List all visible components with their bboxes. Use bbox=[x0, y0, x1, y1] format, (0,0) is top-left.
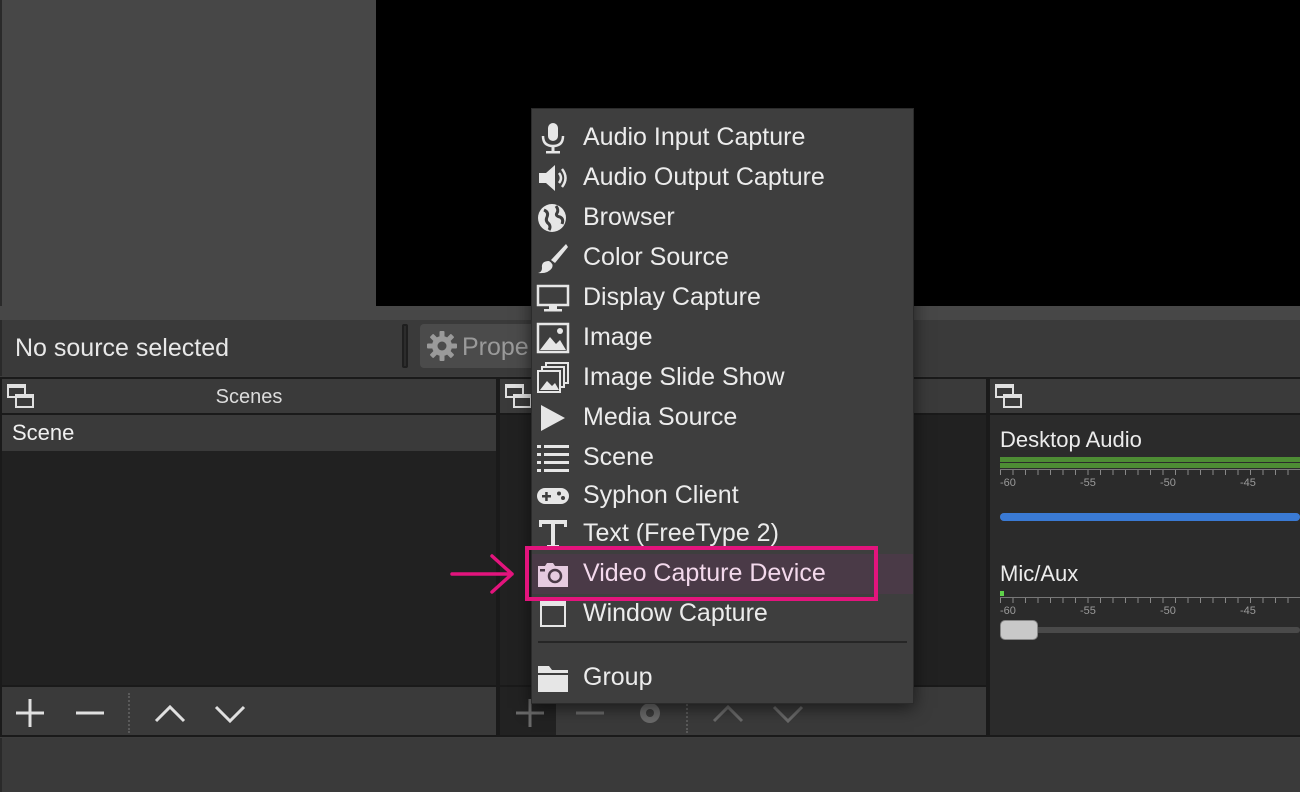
slideshow-icon bbox=[537, 362, 569, 393]
menu-item-label: Window Capture bbox=[583, 599, 768, 627]
volume-fill bbox=[1000, 513, 1300, 521]
menu-item-label: Color Source bbox=[583, 243, 729, 271]
play-icon bbox=[541, 405, 565, 431]
volume-slider[interactable] bbox=[1000, 513, 1300, 521]
gear-icon bbox=[427, 331, 457, 361]
audio-mixer-dock: Desktop Audio -60 -55 -50 -45 Mic/Aux -6… bbox=[988, 377, 1300, 737]
tick-label: -55 bbox=[1080, 477, 1096, 489]
menu-item-label: Browser bbox=[583, 203, 675, 231]
tick-label: -60 bbox=[1000, 477, 1016, 489]
menu-item-display-capture[interactable]: Display Capture bbox=[532, 278, 913, 318]
menu-item-label: Image bbox=[583, 323, 653, 351]
scenes-dock-header: Scenes bbox=[2, 379, 496, 415]
menu-item-label: Media Source bbox=[583, 403, 738, 431]
tick-marks bbox=[1000, 597, 1300, 603]
add-source-menu: Audio Input Capture Audio Output Capture… bbox=[531, 108, 914, 704]
menu-item-label: Display Capture bbox=[583, 283, 761, 311]
audio-track-name: Mic/Aux bbox=[1000, 561, 1079, 586]
scenes-list: Scene bbox=[2, 415, 496, 685]
float-dock-icon[interactable] bbox=[994, 383, 1024, 411]
speaker-icon bbox=[539, 165, 567, 191]
menu-item-scene[interactable]: Scene bbox=[532, 438, 913, 478]
remove-scene-button[interactable] bbox=[72, 695, 108, 731]
scenes-footer bbox=[2, 685, 496, 735]
menu-item-label: Scene bbox=[583, 443, 654, 471]
brush-icon bbox=[538, 244, 568, 274]
meter-ticks: -60 -55 -50 -45 bbox=[1000, 469, 1300, 491]
menu-item-syphon-client[interactable]: Syphon Client bbox=[532, 476, 913, 516]
menu-item-browser[interactable]: Browser bbox=[532, 198, 913, 238]
level-fill-bottom bbox=[1000, 463, 1300, 468]
microphone-icon bbox=[541, 123, 565, 154]
float-dock-icon[interactable] bbox=[504, 383, 534, 411]
footer-separator bbox=[128, 693, 130, 733]
arrow-right-icon bbox=[450, 554, 514, 594]
tick-label: -45 bbox=[1240, 605, 1256, 617]
menu-item-image-slide-show[interactable]: Image Slide Show bbox=[532, 358, 913, 398]
audio-level-meter bbox=[1000, 457, 1300, 469]
meter-ticks: -60 -55 -50 -45 bbox=[1000, 597, 1300, 619]
volume-slider-handle[interactable] bbox=[1000, 620, 1038, 640]
tick-marks bbox=[1000, 469, 1300, 475]
menu-item-color-source[interactable]: Color Source bbox=[532, 238, 913, 278]
gamepad-icon bbox=[537, 488, 569, 504]
menu-item-label: Image Slide Show bbox=[583, 363, 785, 391]
audio-track-name: Desktop Audio bbox=[1000, 427, 1142, 452]
globe-icon bbox=[538, 204, 566, 232]
tick-label: -50 bbox=[1160, 605, 1176, 617]
image-icon bbox=[536, 322, 570, 354]
level-fill-top bbox=[1000, 457, 1300, 462]
menu-item-label: Audio Input Capture bbox=[583, 123, 806, 151]
level-fill-top bbox=[1000, 591, 1004, 596]
audio-mixer-body: Desktop Audio -60 -55 -50 -45 Mic/Aux -6… bbox=[990, 415, 1300, 735]
tick-label: -50 bbox=[1160, 477, 1176, 489]
scene-item[interactable]: Scene bbox=[2, 415, 496, 451]
left-gray-panel bbox=[0, 0, 376, 306]
audio-track-desktop: Desktop Audio -60 -55 -50 -45 bbox=[1000, 427, 1300, 521]
menu-item-group[interactable]: Group bbox=[532, 658, 913, 698]
add-scene-button[interactable] bbox=[12, 695, 48, 731]
menu-item-label: Syphon Client bbox=[583, 481, 739, 509]
menu-item-audio-output-capture[interactable]: Audio Output Capture bbox=[532, 158, 913, 198]
menu-item-label: Text (FreeType 2) bbox=[583, 519, 779, 547]
menu-item-image[interactable]: Image bbox=[532, 318, 913, 358]
toolbar-separator bbox=[402, 324, 408, 368]
menu-item-label: Audio Output Capture bbox=[583, 163, 825, 191]
status-bar bbox=[0, 738, 1300, 792]
move-scene-down-button[interactable] bbox=[212, 695, 248, 731]
audio-mixer-header bbox=[990, 379, 1300, 415]
menu-separator bbox=[538, 641, 907, 643]
highlight-annotation-box bbox=[525, 546, 878, 601]
monitor-icon bbox=[536, 284, 570, 312]
menu-item-audio-input-capture[interactable]: Audio Input Capture bbox=[532, 118, 913, 158]
audio-track-mic: Mic/Aux -60 -55 -50 -45 bbox=[1000, 561, 1300, 640]
properties-label: Prope bbox=[462, 333, 529, 361]
tick-label: -55 bbox=[1080, 605, 1096, 617]
tick-label: -60 bbox=[1000, 605, 1016, 617]
scenes-title: Scenes bbox=[215, 386, 283, 408]
folder-icon bbox=[538, 666, 568, 692]
no-source-label: No source selected bbox=[15, 334, 230, 362]
volume-slider[interactable] bbox=[1000, 620, 1300, 640]
move-scene-up-button[interactable] bbox=[152, 695, 188, 731]
menu-item-media-source[interactable]: Media Source bbox=[532, 398, 913, 438]
scenes-dock: Scenes Scene bbox=[0, 377, 498, 737]
list-icon bbox=[537, 445, 569, 472]
menu-item-label: Group bbox=[583, 663, 653, 691]
window-icon bbox=[540, 601, 566, 627]
tick-label: -45 bbox=[1240, 477, 1256, 489]
